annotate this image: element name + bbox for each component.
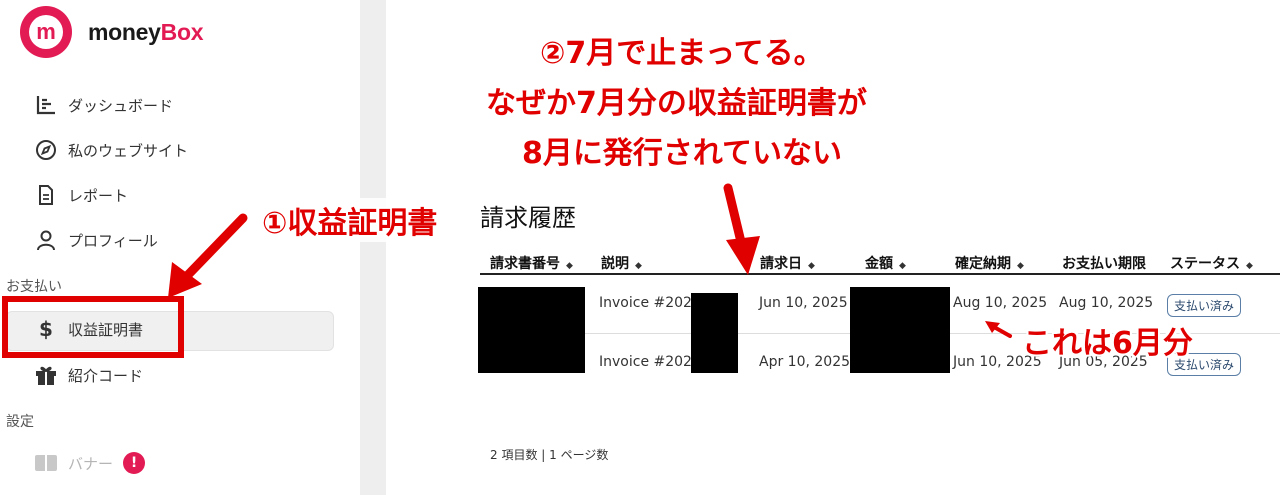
page: m moneyBox ダッシュボード 私のウェブサイト レポート プロフィール …: [0, 0, 1280, 495]
arrow-to-invoice-date-icon: [723, 183, 760, 275]
arrow-to-row1-icon: [985, 321, 1012, 338]
arrow-to-sidebar-icon: [168, 213, 248, 298]
annotation-arrows: [168, 183, 1012, 338]
